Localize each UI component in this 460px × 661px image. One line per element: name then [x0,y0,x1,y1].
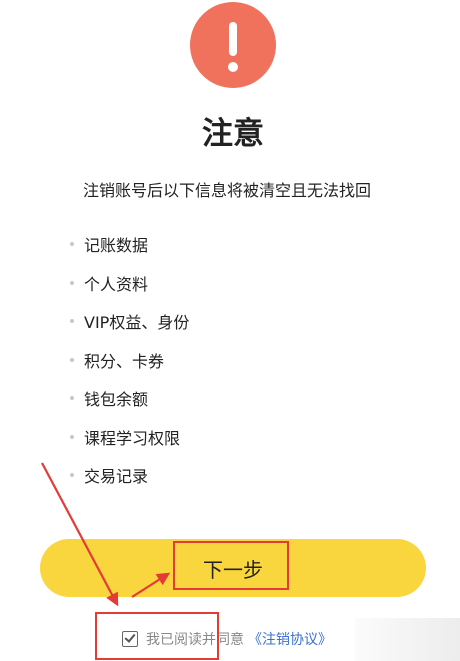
bullet-icon [70,319,74,324]
list-item: VIP权益、身份 [70,302,189,341]
bullet-icon [70,242,74,247]
watermark [355,618,460,661]
bullet-icon [70,280,74,285]
exclamation-dot [228,62,238,72]
list-item: 记账数据 [70,225,189,264]
annotation-box-next-button [173,541,289,590]
list-item: 积分、卡券 [70,341,189,380]
page-title: 注意 [202,116,264,152]
list-item-label: 积分、卡券 [84,351,165,371]
list-item-label: 个人资料 [84,274,149,294]
list-item-label: 钱包余额 [84,390,149,410]
list-item: 个人资料 [70,264,189,303]
list-item: 课程学习权限 [70,418,189,457]
exclamation-bar [229,22,237,56]
bullet-icon [70,396,74,401]
bullet-icon [70,473,74,478]
bullet-icon [70,357,74,362]
annotation-box-checkbox [95,612,219,660]
cleared-info-list: 记账数据 个人资料 VIP权益、身份 积分、卡券 钱包余额 课程学习权限 交易记… [70,225,189,495]
agreement-link[interactable]: 《注销协议》 [248,629,332,649]
list-item-label: VIP权益、身份 [84,313,190,333]
exclamation-icon [190,2,276,88]
list-item-label: 课程学习权限 [84,428,181,448]
list-item-label: 记账数据 [84,236,149,256]
bullet-icon [70,434,74,439]
list-item: 交易记录 [70,456,189,495]
notice-subtitle: 注销账号后以下信息将被清空且无法找回 [83,181,372,200]
list-item-label: 交易记录 [84,467,149,487]
list-item: 钱包余额 [70,379,189,418]
